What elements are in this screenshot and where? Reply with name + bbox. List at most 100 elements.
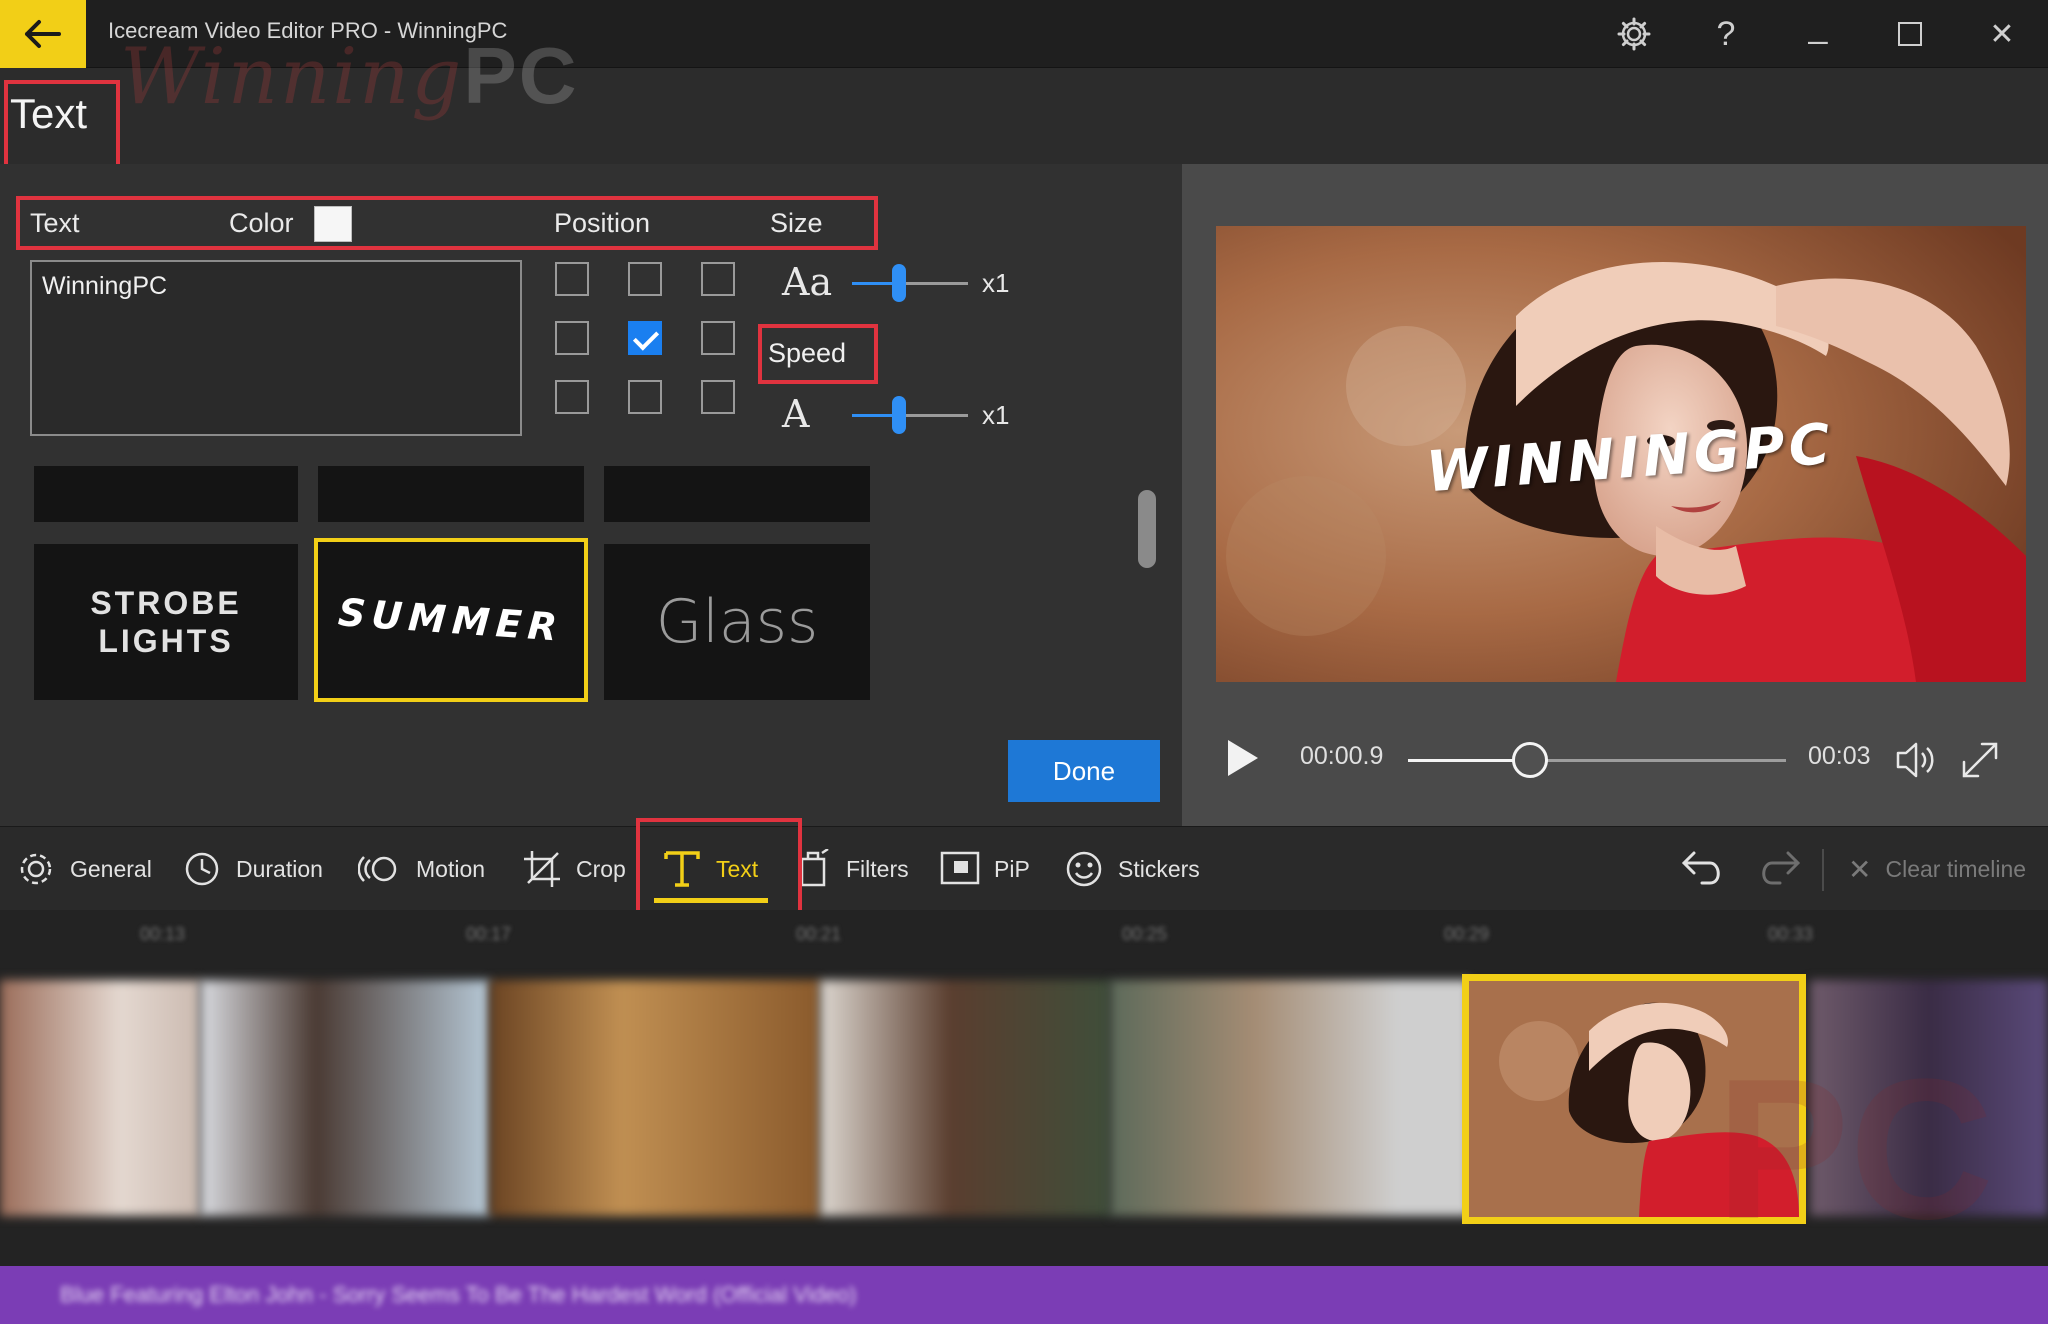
clear-timeline-label: Clear timeline [1885, 855, 2027, 882]
preview-panel: WINNINGPC 00:00.9 00:03 [1182, 164, 2048, 826]
position-middle-right[interactable] [701, 321, 735, 355]
color-swatch[interactable] [314, 206, 352, 242]
position-column-label: Position [554, 208, 651, 238]
timeline-clip[interactable] [820, 980, 1110, 1216]
edit-toolbar: General Duration Motion Crop Text Filter… [0, 826, 2048, 910]
style-tile[interactable] [604, 466, 870, 522]
audio-track-label: Blue Featuring Elton John - Sorry Seems … [60, 1282, 857, 1307]
tool-crop-label: Crop [576, 855, 626, 882]
size-slider-thumb[interactable] [892, 264, 906, 302]
close-button[interactable]: ✕ [1956, 0, 2048, 68]
selected-clip-thumbnail [1469, 981, 1799, 1217]
style-tile-glass[interactable]: Glass [604, 544, 870, 700]
ruler-tick: 00:29 [1444, 924, 1490, 944]
speed-slider-thumb[interactable] [892, 396, 906, 434]
text-editor-panel: Text Color Position Size WinningPC Aa x1… [0, 164, 1182, 826]
timeline-clip-selected[interactable] [1462, 974, 1806, 1224]
undo-button[interactable] [1680, 847, 1726, 892]
title-bar: Icecream Video Editor PRO - WinningPC ? … [0, 0, 2048, 68]
crop-icon [524, 851, 560, 887]
timeline-clip[interactable] [1110, 980, 1470, 1216]
speed-label: Speed [768, 338, 847, 368]
color-column-label: Color [229, 208, 294, 238]
tool-motion[interactable]: Motion [358, 827, 485, 911]
tool-stickers[interactable]: Stickers [1064, 827, 1200, 911]
position-bottom-center[interactable] [628, 380, 662, 414]
redo-icon [1762, 851, 1801, 884]
timeline-clip[interactable] [0, 980, 200, 1216]
gear-icon [20, 853, 52, 885]
clock-icon [185, 852, 219, 886]
tool-duration[interactable]: Duration [182, 827, 323, 911]
clear-x-icon: ✕ [1848, 853, 1872, 885]
preview-video-frame: WINNINGPC [1216, 226, 2026, 682]
play-icon[interactable] [1228, 740, 1258, 776]
volume-icon [1896, 742, 1934, 778]
position-bottom-right[interactable] [701, 380, 735, 414]
tool-crop[interactable]: Crop [522, 827, 626, 911]
styles-scrollbar[interactable] [1138, 490, 1156, 568]
speed-glyph-icon: A [782, 392, 810, 436]
sticker-smiley-icon [1066, 851, 1102, 887]
clear-timeline-button[interactable]: ✕ Clear timeline [1848, 853, 2026, 886]
timeline-clip[interactable] [1810, 980, 2048, 1216]
highlight-columns [16, 196, 878, 250]
redo-button[interactable] [1756, 847, 1802, 892]
tool-duration-label: Duration [236, 855, 323, 882]
size-value: x1 [982, 268, 1010, 298]
style-tile-summer[interactable]: SUMMER [314, 538, 588, 702]
text-column-label: Text [30, 208, 80, 238]
total-time: 00:03 [1808, 742, 1871, 770]
strobe-line1: STROBE [90, 585, 242, 621]
window-title: Icecream Video Editor PRO - WinningPC [108, 18, 508, 43]
ruler-tick: 00:25 [1122, 924, 1168, 944]
position-top-left[interactable] [555, 262, 589, 296]
position-bottom-left[interactable] [555, 380, 589, 414]
section-header: Text [0, 68, 2048, 170]
audio-track[interactable]: Blue Featuring Elton John - Sorry Seems … [0, 1266, 2048, 1324]
filters-icon [800, 849, 829, 887]
style-tile-strobe-lights[interactable]: STROBE LIGHTS [34, 544, 298, 700]
tool-pip[interactable]: PiP [940, 827, 1030, 911]
toolbar-separator [1822, 849, 1824, 891]
pip-icon [940, 851, 980, 885]
timeline-clip[interactable] [490, 980, 820, 1216]
speed-value: x1 [982, 400, 1010, 430]
timeline-clip[interactable] [200, 980, 490, 1216]
size-glyph-icon: Aa [782, 260, 833, 304]
position-center[interactable] [628, 321, 662, 355]
minimize-button[interactable]: _ [1772, 0, 1864, 68]
tool-text-label: Text [716, 855, 759, 882]
timeline[interactable]: 00:13 00:17 00:21 00:25 00:29 00:33 PC B… [0, 910, 2048, 1324]
glass-label: Glass [655, 587, 819, 657]
ruler-tick: 00:33 [1768, 924, 1814, 944]
help-button[interactable]: ? [1680, 0, 1772, 68]
maximize-button[interactable] [1864, 0, 1956, 68]
text-input[interactable]: WinningPC [30, 260, 522, 436]
style-tile[interactable] [34, 466, 298, 522]
position-top-right[interactable] [701, 262, 735, 296]
fullscreen-button[interactable] [1960, 740, 2000, 785]
tool-general-label: General [70, 855, 152, 882]
position-top-center[interactable] [628, 262, 662, 296]
tool-general[interactable]: General [16, 827, 152, 911]
active-tool-underline [654, 898, 768, 903]
ruler-tick: 00:13 [140, 924, 186, 944]
gear-icon [1617, 17, 1651, 51]
size-column-label: Size [770, 208, 823, 238]
close-icon: ✕ [1989, 17, 2015, 51]
page-title: Text [10, 90, 88, 137]
volume-button[interactable] [1894, 738, 1942, 787]
back-button[interactable] [0, 0, 86, 68]
ruler-tick: 00:21 [796, 924, 842, 944]
seek-progress [1408, 759, 1528, 762]
tool-filters-label: Filters [846, 855, 909, 882]
tool-stickers-label: Stickers [1118, 855, 1200, 882]
settings-button[interactable] [1588, 0, 1680, 68]
done-button[interactable]: Done [1008, 740, 1160, 802]
tool-filters[interactable]: Filters [796, 827, 909, 911]
position-middle-left[interactable] [555, 321, 589, 355]
back-arrow-icon [25, 20, 61, 48]
style-tile[interactable] [318, 466, 584, 522]
seek-thumb[interactable] [1512, 742, 1548, 778]
